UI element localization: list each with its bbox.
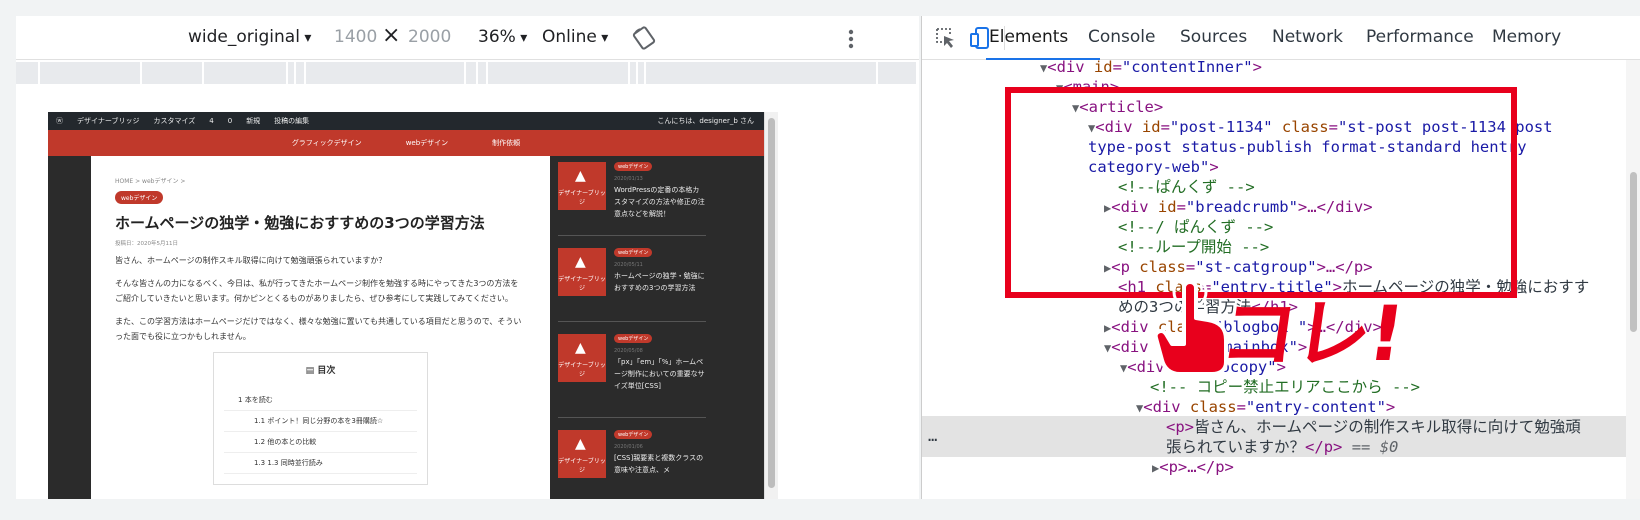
list-item[interactable]: デザイナーブリッジ webデザイン 2020/01/06 [CSS]親要素と複数…: [558, 424, 706, 499]
nav-item-web[interactable]: webデザイン: [406, 138, 448, 148]
wp-site-link[interactable]: デザイナーブリッジ: [77, 116, 139, 126]
tree-node[interactable]: ▼<div class="mainbox">: [1104, 337, 1307, 358]
tree-node[interactable]: ▼<div id="contentInner">: [1040, 57, 1262, 78]
list-item[interactable]: デザイナーブリッジ webデザイン 2020/01/13 WordPressの定…: [558, 156, 706, 236]
tree-node[interactable]: ▶<p>…</p>: [1152, 457, 1234, 478]
zoom-select[interactable]: 36%: [478, 27, 527, 47]
wp-greeting[interactable]: こんにちは、designer_b さん: [657, 116, 754, 126]
emulated-page-viewport[interactable]: ⓦ デザイナーブリッジ カスタマイズ 4 0 新規 投稿の編集 こんにちは、de…: [48, 112, 764, 499]
elements-tree[interactable]: … ▼<div id="contentInner"> ▼<main> ▼<art…: [922, 57, 1626, 499]
tree-node[interactable]: ▼<main>: [1056, 77, 1119, 98]
list-item[interactable]: デザイナーブリッジ webデザイン 2020/05/11 ホームページの独学・勉…: [558, 242, 706, 322]
tab-network[interactable]: Network: [1272, 27, 1343, 47]
wp-customize-link[interactable]: カスタマイズ: [153, 116, 195, 126]
page-title: ホームページの独学・勉強におすすめの3つの学習方法: [115, 214, 485, 232]
paragraph: また、この学習方法はホームページだけではなく、様々な勉強に置いても共通している項…: [115, 317, 522, 341]
toc-item[interactable]: 1.3 1.3 同時並行読み: [224, 453, 417, 474]
tree-comment[interactable]: <!--ループ開始 -->: [1118, 237, 1269, 257]
tree-node[interactable]: ▶<div id="breadcrumb">…</div>: [1104, 197, 1373, 218]
selected-tree-node[interactable]: <p>皆さん、ホームページの制作スキル取得に向けて勉強頑: [1166, 417, 1581, 437]
sidebar: デザイナーブリッジ webデザイン 2020/01/13 WordPressの定…: [558, 156, 708, 499]
device-emulation-pane: wide_original 1400 × 2000 36% Online ⓦ デ…: [16, 16, 919, 499]
wp-comments-count[interactable]: 0: [228, 117, 232, 125]
devtools-scrollbar[interactable]: [1626, 60, 1640, 499]
toc-title: ▤ 目次: [305, 366, 336, 376]
paragraph: そんな皆さんの力になるべく、今日は、私が行ってきたホームページ制作を勉強する時に…: [115, 279, 519, 303]
post-thumbnail: デザイナーブリッジ: [558, 430, 606, 478]
post-thumbnail: デザイナーブリッジ: [558, 162, 606, 210]
device-select[interactable]: wide_original: [188, 27, 311, 47]
devtools-tabbar: Elements Console Sources Network Perform…: [922, 16, 1640, 60]
tree-node[interactable]: ▼<div class="entry-content">: [1136, 397, 1395, 418]
toc-item[interactable]: 1.2 他の本との比較: [224, 432, 417, 453]
tree-node[interactable]: ▼<div id="nocopy">: [1120, 357, 1286, 378]
post-thumbnail: デザイナーブリッジ: [558, 334, 606, 382]
table-of-contents: ▤ 目次 1 本を読む 1.1 ポイント！同じ分野の本を3冊購読☆ 1.2 他の…: [213, 352, 428, 485]
inspect-element-icon[interactable]: [934, 26, 958, 50]
dimension-separator: ×: [382, 23, 401, 48]
nav-item-request[interactable]: 制作依頼: [492, 138, 520, 148]
tree-node[interactable]: <h1 class="entry-title">ホームページの独学・勉強におすす: [1118, 277, 1589, 297]
tree-comment[interactable]: <!-- コピー禁止エリアここから -->: [1150, 377, 1420, 397]
wp-edit-link[interactable]: 投稿の編集: [274, 116, 309, 126]
nav-item-graphic[interactable]: グラフィックデザイン: [292, 138, 362, 148]
post-date: 投稿日：2020年5月11日: [115, 241, 178, 247]
wp-new-link[interactable]: 新規: [246, 116, 260, 126]
more-options-icon[interactable]: [846, 27, 856, 51]
device-toolbar: wide_original 1400 × 2000 36% Online: [16, 16, 919, 60]
tree-node-continuation: 張られていますか？</p> == $0: [1166, 438, 1399, 456]
node-ellipsis[interactable]: …: [928, 426, 937, 446]
tree-node-continuation: type-post status-publish format-standard…: [1088, 138, 1527, 156]
wp-updates-count[interactable]: 4: [209, 117, 213, 125]
tab-performance[interactable]: Performance: [1366, 27, 1474, 47]
toc-item[interactable]: 1.1 ポイント！同じ分野の本を3冊購読☆: [224, 411, 417, 432]
tab-memory[interactable]: Memory: [1492, 27, 1561, 47]
tab-elements[interactable]: Elements: [989, 27, 1068, 47]
throttle-select[interactable]: Online: [542, 27, 608, 47]
tree-node[interactable]: ▼<article>: [1072, 97, 1163, 118]
tab-sources[interactable]: Sources: [1180, 27, 1247, 47]
post-thumbnail: デザイナーブリッジ: [558, 248, 606, 296]
media-query-ruler[interactable]: [16, 62, 916, 84]
tree-node-continuation: category-web">: [1088, 158, 1219, 176]
breadcrumb[interactable]: HOME > webデザイン >: [115, 176, 526, 185]
device-width-input[interactable]: 1400: [334, 27, 377, 47]
toc-item[interactable]: 1 本を読む: [224, 390, 417, 411]
tree-comment[interactable]: <!--/ ぱんくず -->: [1118, 217, 1273, 237]
rotate-icon[interactable]: [632, 26, 656, 50]
paragraph: 皆さん、ホームページの制作スキル取得に向けて勉強頑張られていますか？: [115, 256, 387, 265]
article-content: HOME > webデザイン > webデザイン ホームページの独学・勉強におす…: [91, 156, 550, 499]
tree-node[interactable]: ▶<div class="blogbox ">…</div>: [1104, 317, 1382, 338]
wp-logo-icon[interactable]: ⓦ: [56, 116, 63, 126]
wp-admin-bar: ⓦ デザイナーブリッジ カスタマイズ 4 0 新規 投稿の編集 こんにちは、de…: [48, 112, 764, 130]
tree-node[interactable]: ▼<div id="post-1134" class="st-post post…: [1088, 117, 1553, 138]
category-badge[interactable]: webデザイン: [115, 191, 164, 204]
viewport-scrollbar[interactable]: [764, 112, 778, 499]
site-nav: グラフィックデザイン webデザイン 制作依頼: [48, 130, 764, 156]
device-height-input[interactable]: 2000: [408, 27, 451, 47]
devtools-pane: Elements Console Sources Network Perform…: [921, 16, 1640, 499]
tree-comment[interactable]: <!--ぱんくず -->: [1118, 177, 1255, 197]
tab-console[interactable]: Console: [1088, 27, 1156, 47]
tree-node-continuation: めの3つの学習方法</h1>: [1118, 298, 1299, 316]
tree-node[interactable]: ▶<p class="st-catgroup">…</p>: [1104, 257, 1373, 278]
list-item[interactable]: デザイナーブリッジ webデザイン 2020/05/08 「px」「em」「%」…: [558, 328, 706, 418]
